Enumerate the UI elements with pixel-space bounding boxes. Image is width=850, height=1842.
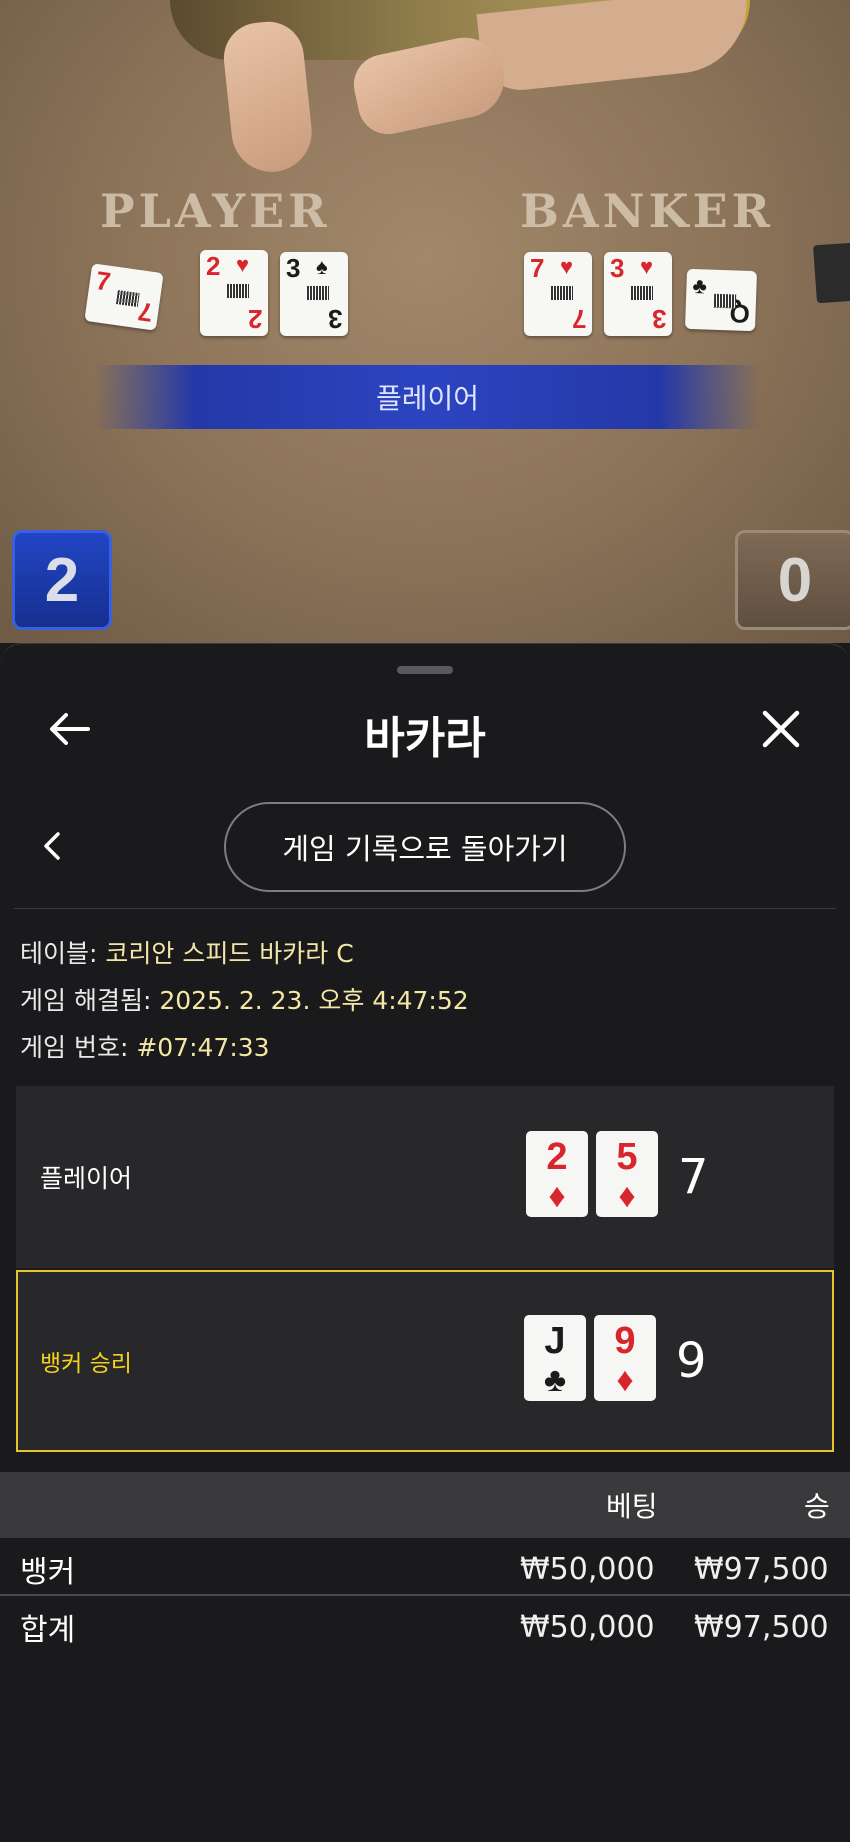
card-rank: 3 [327,304,342,334]
total-win-amount: ₩97,500 [694,1609,829,1645]
card-rank: 2 [206,251,221,281]
close-icon [762,710,800,748]
card-shoe [813,242,850,304]
card-suit: ♠ [316,254,328,279]
player-score-badge: 2 [12,530,112,630]
sheet-title: 바카라 [364,713,486,764]
result-card-rank: 2 [546,1136,568,1178]
game-detail-sheet: 바카라 게임 기록으로 돌아가기 테이블: 코리안 스피드 바카라 C 게임 해… [0,643,850,1842]
table-card-player-2: 2 ♥ 2 [200,250,268,336]
bets-table-header: 베팅 승 [0,1472,850,1538]
resolved-info: 게임 해결됨: 2025. 2. 23. 오후 4:47:52 [20,981,469,1017]
card-rank: 2 [247,304,262,334]
win-amount: ₩97,500 [694,1551,829,1587]
card-rank: 3 [286,253,301,283]
resolved-info-value: 2025. 2. 23. 오후 4:47:52 [159,986,469,1015]
winner-banner: 플레이어 [95,365,760,429]
banker-result-label: 뱅커 승리 [40,1351,132,1377]
result-card: 2 ♦ [526,1131,588,1217]
result-card-suit: ♦ [618,1177,636,1215]
bet-column-header: 베팅 [606,1490,658,1523]
result-card: 9 ♦ [594,1315,656,1401]
close-button[interactable] [756,704,806,754]
table-total-row: 합계 ₩50,000 ₩97,500 [0,1598,850,1656]
card-rank: 3 [651,304,666,334]
barcode [631,285,654,300]
table-card-player-3: 3 ♠ 3 [280,252,348,336]
bet-name: 뱅커 [20,1555,76,1590]
barcode [713,293,737,309]
banker-score-badge: 0 [735,530,850,630]
player-result-label: 플레이어 [40,1164,133,1193]
card-suit: ♥ [236,252,250,277]
table-player-label: PLAYER [100,184,331,238]
round-info-label: 게임 번호: [20,1033,137,1062]
round-info-value: #07:47:33 [136,1033,270,1062]
table-card-banker-1: 7 ♥ 7 [524,252,592,336]
result-card-suit: ♣ [543,1361,567,1399]
table-banker-label: BANKER [520,184,774,238]
result-card: J ♣ [524,1315,586,1401]
table-row: 뱅커 ₩50,000 ₩97,500 [0,1540,850,1598]
player-result-cards: 2 ♦ 5 ♦ [526,1131,676,1221]
row-divider [0,1594,850,1596]
card-suit: ♥ [640,254,654,279]
player-total: 7 [678,1149,709,1205]
dealer-arm [476,0,754,94]
card-suit: ♥ [560,254,574,279]
result-card-suit: ♦ [616,1361,634,1399]
card-suit: ♣ [692,273,708,299]
win-column-header: 승 [804,1490,830,1523]
resolved-info-label: 게임 해결됨: [20,986,160,1015]
card-rank: 7 [94,265,113,297]
result-card-rank: 9 [614,1320,636,1362]
total-bet-amount: ₩50,000 [520,1609,655,1645]
live-video-feed: PLAYER BANKER 7 7 2 ♥ 2 3 ♠ 3 7 ♥ 7 3 ♥ … [0,0,850,643]
winner-banner-text: 플레이어 [375,382,480,415]
card-rank: 3 [610,253,625,283]
barcode [227,284,250,299]
result-card-rank: 5 [616,1136,638,1178]
total-name: 합계 [20,1613,76,1648]
card-rank: 7 [571,304,586,334]
round-info: 게임 번호: #07:47:33 [20,1028,270,1064]
table-card-banker-3: ♣ Q [684,268,758,332]
card-rank: 7 [530,253,545,283]
player-result-panel: 플레이어 2 ♦ 5 ♦ 7 [16,1086,834,1268]
result-card-suit: ♦ [548,1177,566,1215]
back-to-history-button[interactable]: 게임 기록으로 돌아가기 [224,802,626,892]
result-card-rank: J [544,1320,566,1362]
table-card-banker-2: 3 ♥ 3 [604,252,672,336]
table-card-player-1: 7 7 [84,263,164,331]
result-card: 5 ♦ [596,1131,658,1217]
banker-total: 9 [676,1333,707,1389]
banker-result-cards: J ♣ 9 ♦ [524,1315,674,1405]
sheet-drag-handle[interactable] [397,666,453,674]
table-info-value: 코리안 스피드 바카라 C [105,939,354,968]
table-info: 테이블: 코리안 스피드 바카라 C [20,934,354,970]
barcode [307,285,330,300]
barcode [115,290,140,308]
divider [14,908,836,909]
barcode [551,285,574,300]
bet-amount: ₩50,000 [520,1551,655,1587]
banker-result-panel: 뱅커 승리 J ♣ 9 ♦ 9 [16,1270,834,1452]
app-root: PLAYER BANKER 7 7 2 ♥ 2 3 ♠ 3 7 ♥ 7 3 ♥ … [0,0,850,1842]
chevron-left-icon [44,832,60,860]
previous-button[interactable] [34,826,70,866]
table-info-label: 테이블: [20,939,106,968]
